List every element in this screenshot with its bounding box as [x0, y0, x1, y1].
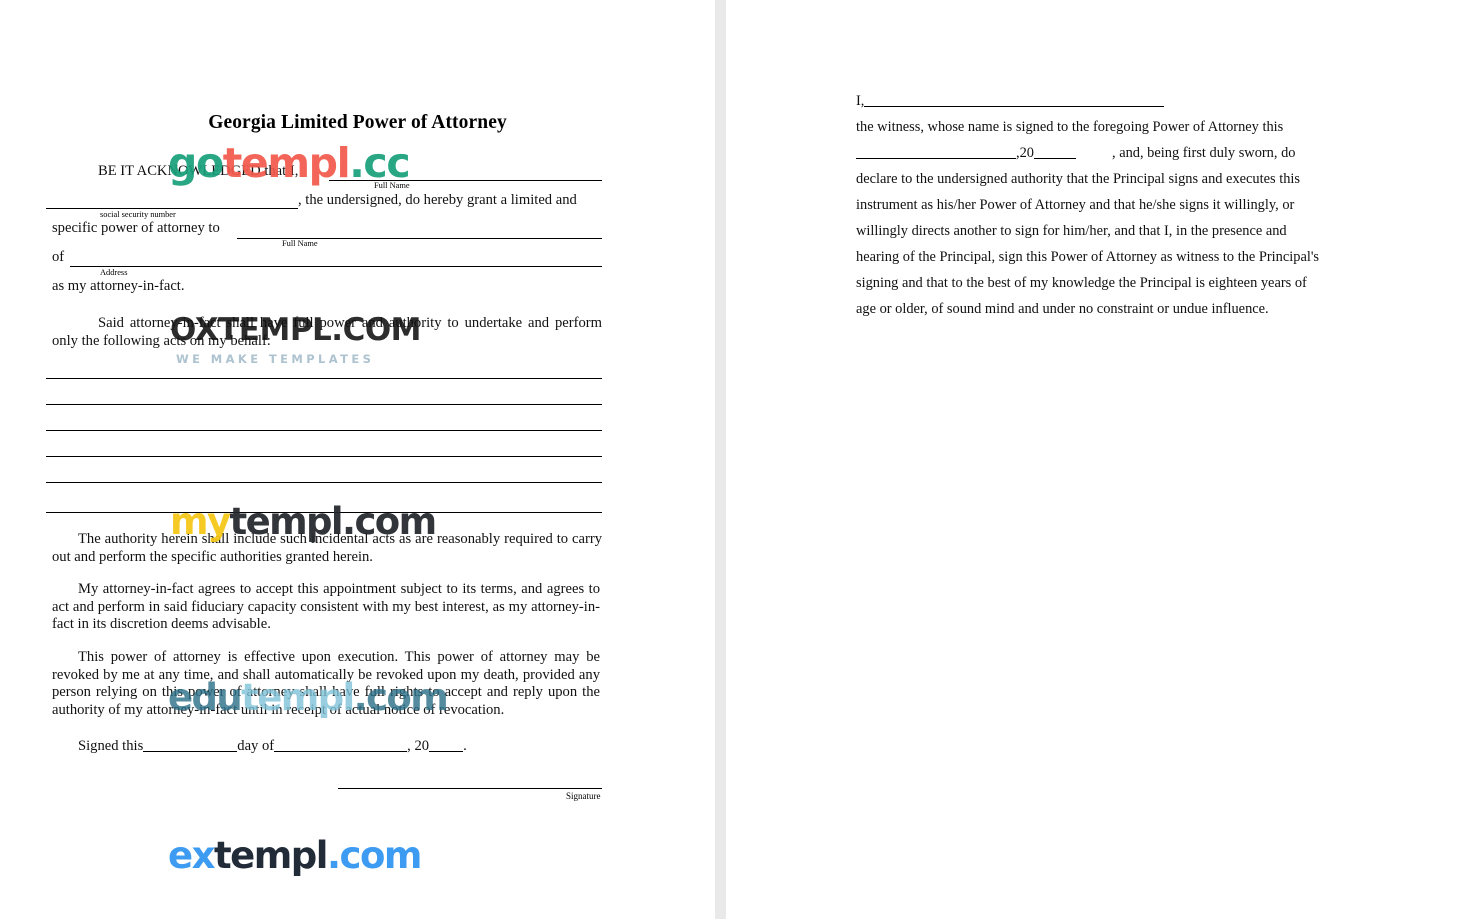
- witness-rest: , and, being first duly sworn, do declar…: [856, 145, 1320, 317]
- label-address: Address: [100, 268, 128, 277]
- paragraph-acceptance: My attorney-in-fact agrees to accept thi…: [52, 581, 600, 632]
- watermark-oxtempl: OXTEMPL.COM: [170, 312, 422, 348]
- document-page-left: Georgia Limited Power of Attorney BE IT …: [0, 0, 715, 919]
- field-signed-month[interactable]: [274, 739, 408, 752]
- intro-line-3: specific power of attorney to: [52, 220, 220, 236]
- field-ssn[interactable]: [46, 208, 298, 209]
- witness-affidavit-line-2: the witness, whose name is signed to the…: [856, 114, 1356, 140]
- label-ssn: social security number: [100, 210, 176, 219]
- intro-line-2-tail: , the undersigned, do hereby grant a lim…: [298, 192, 577, 208]
- blank-line-2[interactable]: [46, 404, 602, 405]
- witness-foregoing: the witness, whose name is signed to the…: [856, 119, 1284, 135]
- field-address[interactable]: [70, 266, 602, 267]
- signed-suffix: .: [463, 738, 467, 754]
- blank-line-1[interactable]: [46, 378, 602, 379]
- watermark-mytempl: mytempl.com: [170, 500, 437, 543]
- signed-prefix: Signed this: [78, 738, 144, 754]
- watermark-oxtempl-tagline: WE MAKE TEMPLATES: [176, 352, 375, 366]
- page-divider: [715, 0, 726, 919]
- watermark-gotempl: gotempl.cc: [168, 139, 411, 187]
- field-signed-day[interactable]: [143, 739, 238, 752]
- label-full-name-2: Full Name: [282, 239, 318, 248]
- signed-this-line: Signed this day of , 20.: [78, 738, 598, 756]
- intro-line-4: of: [52, 249, 65, 265]
- witness-affidavit-body: , and, being first duly sworn, do declar…: [856, 140, 1326, 322]
- label-signature: Signature: [566, 791, 601, 801]
- watermark-extempl: extempl.com: [168, 834, 422, 877]
- intro-line-5: as my attorney-in-fact.: [52, 278, 185, 294]
- document-page-right: I, the witness, whose name is signed to …: [726, 0, 1475, 919]
- field-signature[interactable]: [338, 788, 602, 789]
- blank-line-4[interactable]: [46, 456, 602, 457]
- watermark-edutempl: edutempl.com: [168, 676, 449, 719]
- witness-affidavit-line-1: I,: [856, 88, 1336, 114]
- field-signed-year[interactable]: [429, 739, 464, 752]
- signed-mid: day of: [237, 738, 275, 754]
- blank-line-3[interactable]: [46, 430, 602, 431]
- field-witness-name[interactable]: [864, 94, 1165, 107]
- blank-line-5[interactable]: [46, 482, 602, 483]
- signed-year-prefix: , 20: [407, 738, 430, 754]
- witness-i: I,: [856, 93, 865, 109]
- page-title: Georgia Limited Power of Attorney: [208, 112, 507, 133]
